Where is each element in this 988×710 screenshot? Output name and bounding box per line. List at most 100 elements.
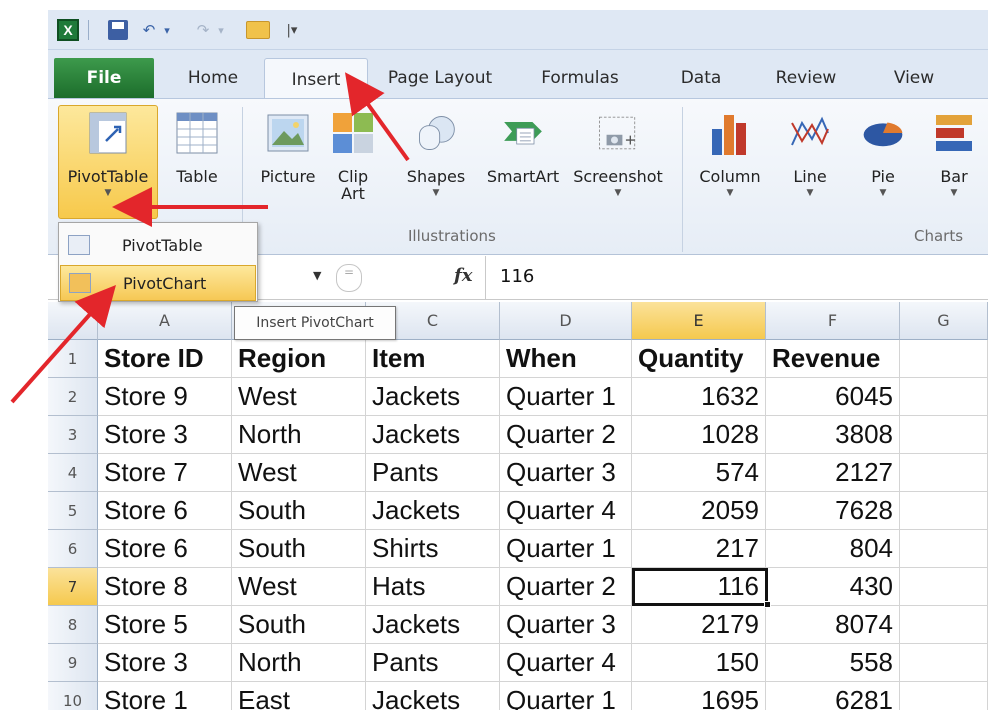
cell-e9[interactable]: 150 <box>632 644 766 682</box>
cell-g8[interactable] <box>900 606 988 644</box>
cell-b4[interactable]: West <box>232 454 366 492</box>
shapes-button[interactable]: Shapes ▼ <box>400 109 472 198</box>
cell-g3[interactable] <box>900 416 988 454</box>
cell-f8[interactable]: 8074 <box>766 606 900 644</box>
cell-d6[interactable]: Quarter 1 <box>500 530 632 568</box>
cell-a5[interactable]: Store 6 <box>98 492 232 530</box>
bar-chart-button[interactable]: Bar ▼ <box>924 109 984 198</box>
pivottable-dropdown-icon[interactable]: ▼ <box>105 188 112 198</box>
cell-g4[interactable] <box>900 454 988 492</box>
cell-a8[interactable]: Store 5 <box>98 606 232 644</box>
screenshot-dropdown-icon[interactable]: ▼ <box>615 188 622 198</box>
cell-e5[interactable]: 2059 <box>632 492 766 530</box>
name-box-dropdown-icon[interactable]: ▼ <box>313 269 321 282</box>
cell-e10[interactable]: 1695 <box>632 682 766 710</box>
row-header-4[interactable]: 4 <box>48 454 98 492</box>
cell-d4[interactable]: Quarter 3 <box>500 454 632 492</box>
line-dropdown-icon[interactable]: ▼ <box>807 188 814 198</box>
cell-e8[interactable]: 2179 <box>632 606 766 644</box>
cell-d7[interactable]: Quarter 2 <box>500 568 632 606</box>
cell-a3[interactable]: Store 3 <box>98 416 232 454</box>
undo-dropdown-icon[interactable]: ▾ <box>160 19 174 41</box>
cell-e1[interactable]: Quantity <box>632 340 766 378</box>
cell-b10[interactable]: East <box>232 682 366 710</box>
cell-d1[interactable]: When <box>500 340 632 378</box>
cell-f3[interactable]: 3808 <box>766 416 900 454</box>
menu-item-pivotchart[interactable]: PivotChart <box>60 265 256 301</box>
cell-e4[interactable]: 574 <box>632 454 766 492</box>
formula-input[interactable]: 116 <box>500 266 534 287</box>
cell-e2[interactable]: 1632 <box>632 378 766 416</box>
cell-f2[interactable]: 6045 <box>766 378 900 416</box>
column-dropdown-icon[interactable]: ▼ <box>727 188 734 198</box>
cell-b9[interactable]: North <box>232 644 366 682</box>
tab-insert[interactable]: Insert <box>264 58 368 100</box>
cell-c5[interactable]: Jackets <box>366 492 500 530</box>
cell-e7[interactable]: 116 <box>632 568 766 606</box>
row-header-3[interactable]: 3 <box>48 416 98 454</box>
cell-c10[interactable]: Jackets <box>366 682 500 710</box>
picture-button[interactable]: Picture <box>252 109 324 186</box>
cell-g1[interactable] <box>900 340 988 378</box>
cell-g7[interactable] <box>900 568 988 606</box>
cell-b8[interactable]: South <box>232 606 366 644</box>
column-header-d[interactable]: D <box>500 302 632 340</box>
cell-g2[interactable] <box>900 378 988 416</box>
screenshot-button[interactable]: Screenshot ▼ <box>568 109 668 198</box>
clip-art-button[interactable]: Clip Art <box>328 109 378 203</box>
line-chart-button[interactable]: Line ▼ <box>780 109 840 198</box>
customize-qat-icon[interactable]: |▾ <box>280 19 304 41</box>
cell-e3[interactable]: 1028 <box>632 416 766 454</box>
cell-d2[interactable]: Quarter 1 <box>500 378 632 416</box>
cell-d9[interactable]: Quarter 4 <box>500 644 632 682</box>
pie-dropdown-icon[interactable]: ▼ <box>880 188 887 198</box>
cell-g10[interactable] <box>900 682 988 710</box>
cell-f1[interactable]: Revenue <box>766 340 900 378</box>
cell-d5[interactable]: Quarter 4 <box>500 492 632 530</box>
cell-c4[interactable]: Pants <box>366 454 500 492</box>
cell-f4[interactable]: 2127 <box>766 454 900 492</box>
tab-formulas[interactable]: Formulas <box>528 58 632 98</box>
shapes-dropdown-icon[interactable]: ▼ <box>433 188 440 198</box>
cell-b1[interactable]: Region <box>232 340 366 378</box>
redo-dropdown-icon[interactable]: ▾ <box>214 19 228 41</box>
column-header-g[interactable]: G <box>900 302 988 340</box>
cell-a9[interactable]: Store 3 <box>98 644 232 682</box>
cell-b6[interactable]: South <box>232 530 366 568</box>
cell-a6[interactable]: Store 6 <box>98 530 232 568</box>
cell-a1[interactable]: Store ID <box>98 340 232 378</box>
tab-file[interactable]: File <box>54 58 154 98</box>
cell-f7[interactable]: 430 <box>766 568 900 606</box>
pie-chart-button[interactable]: Pie ▼ <box>854 109 912 198</box>
row-header-6[interactable]: 6 <box>48 530 98 568</box>
row-header-9[interactable]: 9 <box>48 644 98 682</box>
cell-a2[interactable]: Store 9 <box>98 378 232 416</box>
cell-d8[interactable]: Quarter 3 <box>500 606 632 644</box>
tab-page-layout[interactable]: Page Layout <box>378 58 502 98</box>
cell-c2[interactable]: Jackets <box>366 378 500 416</box>
row-header-5[interactable]: 5 <box>48 492 98 530</box>
open-folder-icon[interactable] <box>244 19 272 41</box>
cell-b2[interactable]: West <box>232 378 366 416</box>
menu-item-pivottable[interactable]: PivotTable <box>60 227 256 263</box>
bar-dropdown-icon[interactable]: ▼ <box>951 188 958 198</box>
cell-f10[interactable]: 6281 <box>766 682 900 710</box>
tab-view[interactable]: View <box>874 58 954 98</box>
cell-g5[interactable] <box>900 492 988 530</box>
tab-home[interactable]: Home <box>168 58 258 98</box>
insert-function-icon[interactable]: fx <box>454 265 472 286</box>
cell-b5[interactable]: South <box>232 492 366 530</box>
cell-a7[interactable]: Store 8 <box>98 568 232 606</box>
cell-f6[interactable]: 804 <box>766 530 900 568</box>
cell-d10[interactable]: Quarter 1 <box>500 682 632 710</box>
cell-c8[interactable]: Jackets <box>366 606 500 644</box>
cell-g6[interactable] <box>900 530 988 568</box>
cell-d3[interactable]: Quarter 2 <box>500 416 632 454</box>
cell-c6[interactable]: Shirts <box>366 530 500 568</box>
cell-a10[interactable]: Store 1 <box>98 682 232 710</box>
table-button[interactable]: Table <box>162 109 232 186</box>
cell-f9[interactable]: 558 <box>766 644 900 682</box>
redo-icon[interactable]: ↷ <box>192 19 214 41</box>
column-header-e[interactable]: E <box>632 302 766 340</box>
cell-b7[interactable]: West <box>232 568 366 606</box>
